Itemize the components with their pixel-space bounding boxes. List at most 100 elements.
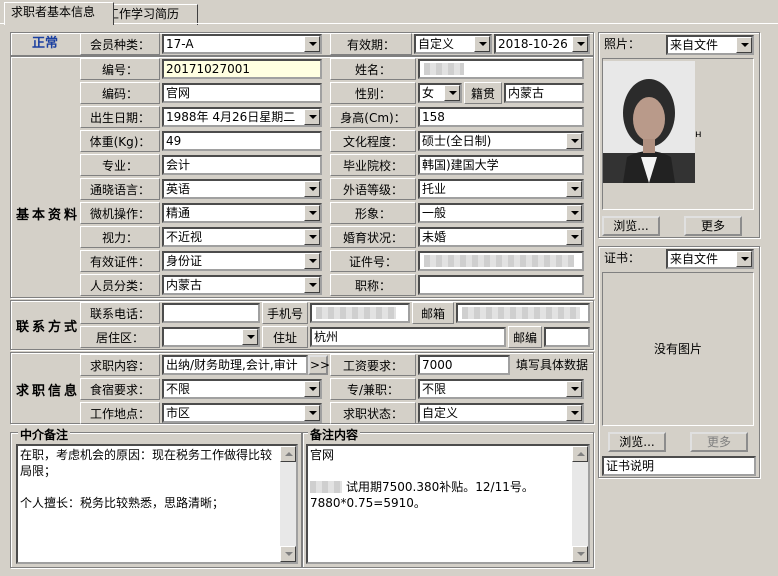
cert-more-button[interactable]: 更多: [690, 432, 748, 452]
appearance-select[interactable]: 一般: [418, 203, 584, 223]
native-place-input[interactable]: 内蒙古: [504, 83, 584, 103]
appearance-label: 形象：: [330, 202, 416, 224]
language-label: 通晓语言：: [80, 178, 160, 200]
scroll-up-icon[interactable]: [280, 446, 296, 462]
chevron-down-icon[interactable]: [304, 36, 320, 52]
chevron-down-icon[interactable]: [304, 229, 320, 245]
job-content-input[interactable]: 出纳/财务助理,会计,审计: [162, 355, 308, 375]
chevron-down-icon[interactable]: [304, 205, 320, 221]
validity-date-picker[interactable]: 2018-10-26: [494, 34, 590, 54]
remark-line: [310, 463, 570, 479]
phone-input[interactable]: [162, 303, 260, 323]
serial-input[interactable]: 20171027001: [162, 59, 322, 79]
cert-source-select[interactable]: 来自文件: [666, 249, 754, 269]
id-number-input[interactable]: [418, 251, 584, 271]
email-label: 邮箱: [412, 302, 454, 324]
chevron-down-icon[interactable]: [304, 253, 320, 269]
gender-select[interactable]: 女: [418, 83, 462, 103]
person-photo-icon: [603, 61, 695, 183]
chevron-down-icon[interactable]: [566, 133, 582, 149]
salary-hint: 填写具体数据: [515, 358, 588, 372]
location-label: 工作地点：: [80, 402, 160, 424]
chevron-down-icon[interactable]: [566, 205, 582, 221]
chevron-down-icon[interactable]: [474, 36, 490, 52]
photo-source-select[interactable]: 来自文件: [666, 35, 754, 55]
chevron-down-icon[interactable]: [566, 381, 582, 397]
photo-more-button[interactable]: 更多: [684, 216, 742, 236]
id-number-label: 证件号：: [330, 250, 416, 272]
marital-select[interactable]: 未婚: [418, 227, 584, 247]
weight-input[interactable]: 49: [162, 131, 322, 151]
job-state-select[interactable]: 自定义: [418, 403, 584, 423]
section-title-job: 求职信息: [15, 384, 80, 399]
member-type-select[interactable]: 17-A: [162, 34, 322, 54]
validity-select[interactable]: 自定义: [414, 34, 492, 54]
remark-title: 备注内容: [308, 426, 361, 443]
email-input[interactable]: [456, 303, 590, 323]
cert-label: 证书：: [604, 251, 641, 265]
chevron-down-icon[interactable]: [304, 109, 320, 125]
school-input[interactable]: 韩国)建国大学: [418, 155, 584, 175]
major-input[interactable]: 会计: [162, 155, 322, 175]
name-input[interactable]: [418, 59, 584, 79]
chevron-down-icon[interactable]: [304, 181, 320, 197]
postcode-input[interactable]: [544, 327, 590, 347]
parttime-select[interactable]: 不限: [418, 379, 584, 399]
tab-basic-info[interactable]: 求职者基本信息: [4, 2, 114, 25]
chevron-down-icon[interactable]: [566, 181, 582, 197]
chevron-down-icon[interactable]: [304, 381, 320, 397]
redacted-text: [424, 63, 464, 75]
location-select[interactable]: 市区: [162, 403, 322, 423]
lang-level-select[interactable]: 托业: [418, 179, 584, 199]
chevron-down-icon[interactable]: [572, 36, 588, 52]
chevron-down-icon[interactable]: [736, 37, 752, 53]
chevron-down-icon[interactable]: [304, 405, 320, 421]
height-input[interactable]: 158: [418, 107, 584, 127]
section-title-basic: 基本资料: [15, 208, 80, 223]
board-select[interactable]: 不限: [162, 379, 322, 399]
address-input[interactable]: 杭州: [310, 327, 506, 347]
mobile-label: 手机号: [262, 302, 308, 324]
note-line: [20, 479, 278, 495]
scroll-down-icon[interactable]: [572, 546, 588, 562]
gender-label: 性别：: [330, 82, 416, 104]
native-place-label: 籍贯: [464, 82, 502, 104]
scroll-down-icon[interactable]: [280, 546, 296, 562]
vertical-scrollbar[interactable]: [572, 446, 588, 562]
id-type-select[interactable]: 身份证: [162, 251, 322, 271]
district-select[interactable]: [162, 327, 260, 347]
title-input[interactable]: [418, 275, 584, 295]
chevron-down-icon[interactable]: [566, 405, 582, 421]
tab-label: 求职者基本信息: [11, 5, 96, 19]
job-content-more-button[interactable]: >>: [308, 355, 330, 375]
language-select[interactable]: 英语: [162, 179, 322, 199]
birth-date-picker[interactable]: 1988年 4月26日星期二: [162, 107, 322, 127]
photo-browse-button[interactable]: 浏览...: [602, 216, 660, 236]
chevron-down-icon[interactable]: [304, 277, 320, 293]
education-label: 文化程度：: [330, 130, 416, 152]
cert-description-input[interactable]: 证书说明: [602, 456, 756, 476]
salary-input[interactable]: 7000: [418, 355, 510, 375]
chevron-down-icon[interactable]: [566, 229, 582, 245]
scroll-up-icon[interactable]: [572, 446, 588, 462]
education-select[interactable]: 硕士(全日制): [418, 131, 584, 151]
mobile-input[interactable]: [310, 303, 410, 323]
board-label: 食宿要求：: [80, 378, 160, 400]
remark-line: 试用期7500.380补贴。12/11号。: [310, 479, 570, 495]
remark-textarea[interactable]: 官网 试用期7500.380补贴。12/11号。 7880*0.75=5910。: [306, 444, 590, 564]
chevron-down-icon[interactable]: [444, 85, 460, 101]
vision-select[interactable]: 不近视: [162, 227, 322, 247]
category-select[interactable]: 内蒙古: [162, 275, 322, 295]
chevron-down-icon[interactable]: [242, 329, 258, 345]
photo-edge-mark: ʜ: [695, 129, 702, 140]
agency-note-textarea[interactable]: 在职，考虑机会的原因：现在税务工作做得比较局限； 个人擅长：税务比较熟悉，思路清…: [16, 444, 298, 564]
chevron-down-icon[interactable]: [736, 251, 752, 267]
computer-skill-select[interactable]: 精通: [162, 203, 322, 223]
remark-line: 7880*0.75=5910。: [310, 496, 426, 510]
code-input[interactable]: 官网: [162, 83, 322, 103]
tab-work-history[interactable]: 工作学习简历: [100, 4, 198, 25]
vertical-scrollbar[interactable]: [280, 446, 296, 562]
postcode-label: 邮编: [508, 326, 542, 348]
cert-browse-button[interactable]: 浏览...: [608, 432, 666, 452]
remark-line: 官网: [310, 448, 335, 462]
